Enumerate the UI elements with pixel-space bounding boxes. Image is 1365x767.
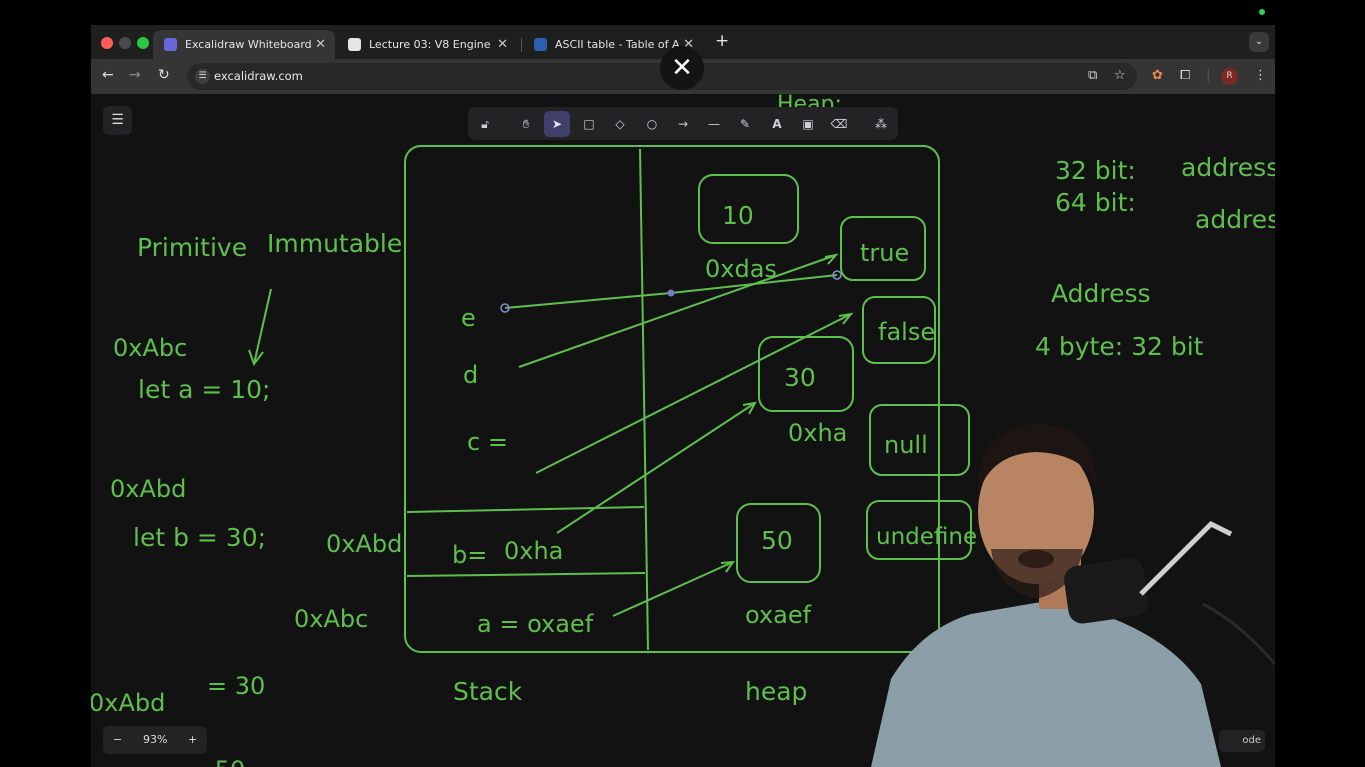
tab-excalidraw[interactable]: Excalidraw Whiteboard ✕ [153, 30, 335, 59]
stack-var-e: e [461, 304, 476, 332]
new-tab-button[interactable]: + [715, 31, 729, 51]
rectangle-icon[interactable]: □ [576, 111, 602, 137]
selection-handle[interactable] [667, 289, 675, 297]
minimize-window-button[interactable] [119, 37, 131, 49]
arrow-icon[interactable]: → [670, 111, 696, 137]
arrowhead [742, 401, 757, 415]
address-title: Address [1051, 279, 1151, 308]
heap-value-false: false [878, 318, 935, 346]
browser-window: Excalidraw Whiteboard ✕ Lecture 03: V8 E… [91, 25, 1275, 767]
excalidraw-icon [164, 38, 177, 51]
stack-heap-divider [639, 148, 649, 651]
address-0xAbc-2: 0xAbc [294, 605, 368, 633]
arrow-c-false [535, 313, 852, 474]
address-0xAbd-3: 0xAbd [91, 689, 165, 717]
stack-line-2 [406, 572, 646, 577]
main-menu-button[interactable]: ☰ [103, 106, 132, 135]
stack-label: Stack [453, 677, 523, 706]
equals-30: = 30 [207, 672, 265, 700]
address-0xAbc: 0xAbc [113, 334, 187, 362]
address-0xAbd: 0xAbd [110, 475, 186, 503]
zoom-out-button[interactable]: − [113, 726, 122, 754]
extensions-puzzle-icon[interactable]: ⧠ [1180, 68, 1190, 83]
lock-icon[interactable]: 🔓︎ [472, 111, 498, 137]
extension-icon[interactable]: ✿ [1152, 68, 1163, 83]
selection-icon[interactable]: ➤ [544, 111, 570, 137]
stack-var-d: d [463, 361, 478, 389]
arrow-a-50 [612, 561, 734, 617]
image-icon[interactable]: ▣ [795, 111, 821, 137]
arrow-b-30 [556, 402, 756, 534]
arrow-d-true [518, 254, 837, 368]
equals-50-partial: = 50 [187, 756, 245, 767]
heap-value-10: 10 [722, 201, 754, 230]
heap-value-null: null [884, 431, 928, 459]
cast-icon[interactable]: ⧉ [1088, 68, 1097, 83]
extra-tools-icon[interactable]: ⁂ [868, 111, 894, 137]
tab-lecture[interactable]: Lecture 03: V8 Engine (Mem ✕ [337, 30, 517, 59]
close-icon[interactable]: ✕ [315, 30, 326, 59]
close-overlay-button[interactable]: ✕ [660, 46, 704, 90]
heap-value-30: 30 [784, 363, 816, 392]
recording-indicator [1259, 9, 1265, 15]
hand-icon[interactable]: ✋︎ [513, 111, 539, 137]
more-menu-icon[interactable]: ⋮ [1254, 68, 1267, 83]
maximize-window-button[interactable] [137, 37, 149, 49]
bookmark-star-icon[interactable]: ☆ [1114, 68, 1126, 83]
stack-var-b-value: 0xha [504, 537, 563, 565]
pencil-icon[interactable]: ✎ [732, 111, 758, 137]
arrowhead [824, 253, 839, 265]
zoom-in-button[interactable]: + [188, 726, 197, 754]
zoom-level[interactable]: 93% [143, 726, 167, 754]
back-icon[interactable]: ← [102, 67, 114, 83]
heap-value-true: true [860, 239, 909, 267]
zoom-controls: − 93% + [103, 726, 207, 754]
forward-icon[interactable]: → [129, 67, 141, 83]
eraser-icon[interactable]: ⌫ [826, 111, 852, 137]
profile-avatar[interactable]: R [1221, 68, 1238, 85]
byte-note: 4 byte: 32 bit [1035, 332, 1204, 361]
ascii-icon [534, 38, 547, 51]
let-a-statement: let a = 10; [138, 375, 270, 404]
heap-value-undefined: undefine [876, 524, 977, 550]
url-text: excalidraw.com [214, 69, 303, 83]
tab-separator [521, 38, 522, 52]
let-b-statement: let b = 30; [133, 523, 266, 552]
notion-icon [348, 38, 361, 51]
mode-badge[interactable]: ode [1219, 730, 1265, 752]
tab-title: ASCII table - Table of ASCII c [555, 38, 680, 51]
stack-line-1 [406, 506, 645, 513]
tab-title: Excalidraw Whiteboard [185, 38, 312, 51]
toolbar-divider: | [1206, 68, 1211, 83]
heap-label: heap [745, 677, 807, 706]
immutable-label: Immutable [267, 229, 402, 258]
ellipse-icon[interactable]: ○ [639, 111, 665, 137]
reload-icon[interactable]: ↻ [158, 67, 170, 83]
line-icon[interactable]: — [701, 111, 727, 137]
whiteboard-drawing: Heap: Primitive Immutable 0xAbc let a = … [91, 94, 1275, 767]
close-icon[interactable]: ✕ [497, 30, 508, 59]
site-info-icon[interactable]: ☰ [195, 69, 210, 84]
excalidraw-canvas[interactable]: Heap: Primitive Immutable 0xAbc let a = … [91, 94, 1275, 767]
heap-address-0xdas: 0xdas [705, 255, 777, 283]
stack-var-c: c = [467, 428, 508, 456]
heap-address-oxaef: oxaef [745, 601, 812, 629]
close-window-button[interactable] [101, 37, 113, 49]
stack-var-b: b= [452, 541, 487, 569]
heap-address-0xha: 0xha [788, 419, 847, 447]
text-icon[interactable]: A [764, 111, 790, 137]
stack-var-a: a = oxaef [477, 610, 594, 638]
bit32-label: 32 bit: [1055, 156, 1136, 185]
bit64-value: addres [1195, 205, 1275, 234]
diamond-icon[interactable]: ◇ [607, 111, 633, 137]
primitive-label: Primitive [137, 233, 247, 262]
excalidraw-toolbar: 🔓︎ ✋︎ ➤ □ ◇ ○ → — ✎ A ▣ ⌫ ⁂ [468, 107, 898, 140]
tab-title: Lecture 03: V8 Engine (Mem [369, 38, 494, 51]
memory-outer-box [404, 145, 940, 653]
bit64-label: 64 bit: [1055, 188, 1136, 217]
bit32-value: address [1181, 153, 1275, 182]
heap-value-50: 50 [761, 526, 793, 555]
address-0xAbd-2: 0xAbd [326, 530, 402, 558]
tab-search-button[interactable]: ⌄ [1249, 32, 1269, 52]
